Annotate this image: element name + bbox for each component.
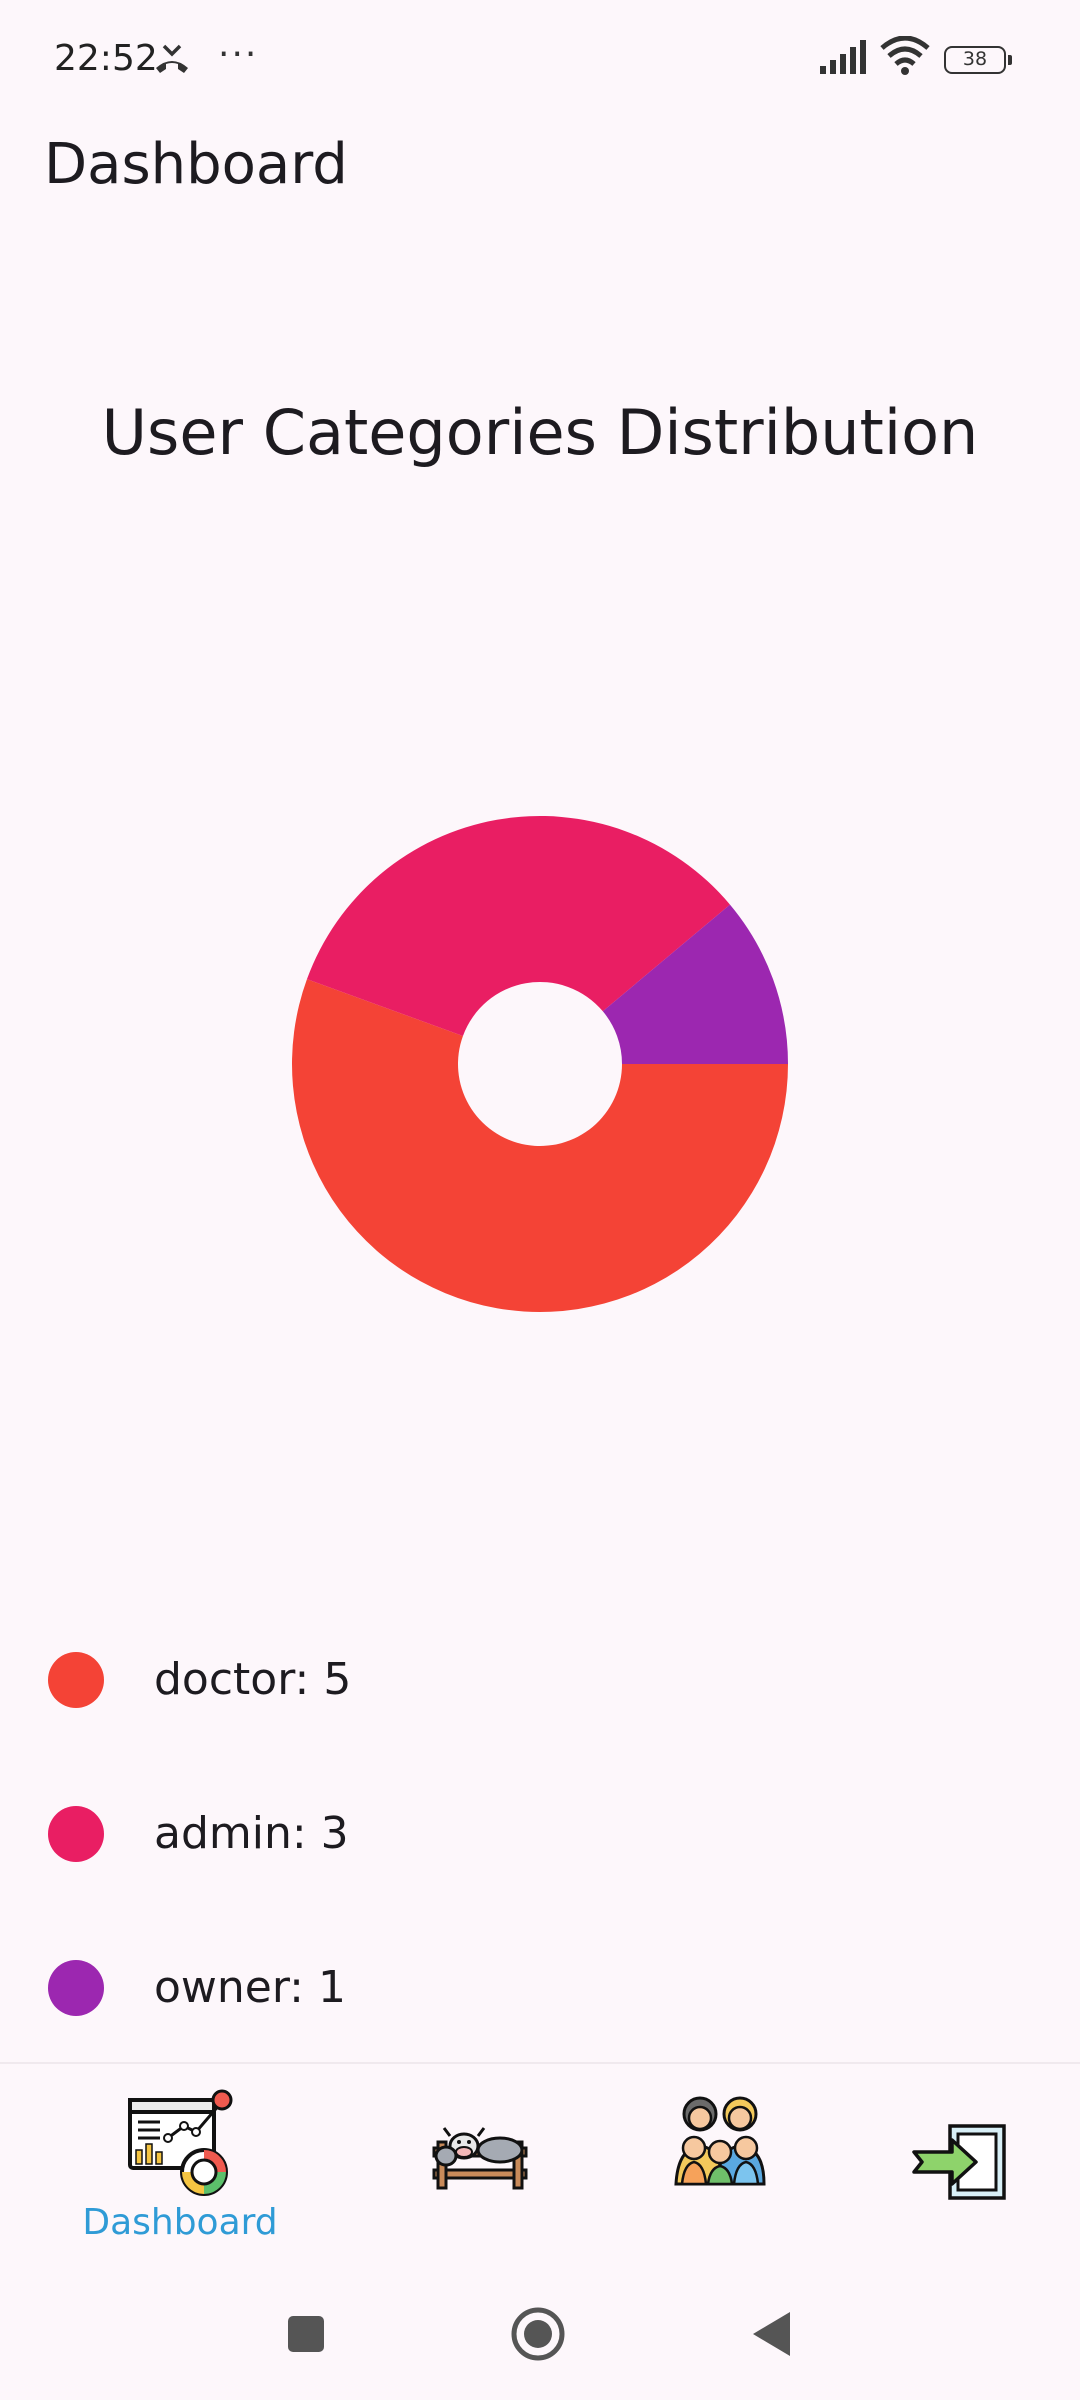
nav-item-logout[interactable] bbox=[825, 2064, 1080, 2272]
recents-icon[interactable] bbox=[286, 2314, 326, 2358]
status-time: 22:52 bbox=[54, 38, 158, 79]
legend-dot bbox=[48, 1652, 104, 1708]
users-icon bbox=[672, 2090, 768, 2190]
status-bar: 22:52 ··· 38 bbox=[0, 0, 1080, 120]
livestock-icon bbox=[430, 2120, 530, 2194]
home-icon[interactable] bbox=[510, 2306, 566, 2366]
nav-item-dashboard[interactable]: Dashboard bbox=[45, 2064, 315, 2272]
dashboard-icon bbox=[124, 2086, 236, 2200]
nav-item-livestock[interactable] bbox=[345, 2064, 615, 2272]
legend-label: admin: 3 bbox=[154, 1808, 349, 1859]
legend-item-owner: owner: 1 bbox=[48, 1958, 648, 2018]
nav-label-dashboard: Dashboard bbox=[82, 2202, 278, 2243]
system-navigation-bar bbox=[0, 2272, 1080, 2400]
legend-label: owner: 1 bbox=[154, 1962, 346, 2013]
legend-dot bbox=[48, 1806, 104, 1862]
wifi-icon bbox=[880, 35, 930, 80]
legend-item-doctor: doctor: 5 bbox=[48, 1650, 648, 1710]
logout-icon bbox=[910, 2122, 1010, 2206]
more-notifications-icon: ··· bbox=[218, 34, 259, 75]
missed-call-icon bbox=[152, 42, 192, 80]
nav-item-users[interactable] bbox=[585, 2064, 855, 2272]
legend-dot bbox=[48, 1960, 104, 2016]
chart-title: User Categories Distribution bbox=[101, 396, 979, 469]
legend-label: doctor: 5 bbox=[154, 1654, 352, 1705]
battery-icon: 38 bbox=[944, 46, 1012, 74]
donut-chart bbox=[291, 816, 789, 1312]
bottom-navigation: Dashboard bbox=[0, 2062, 1080, 2272]
back-icon[interactable] bbox=[750, 2310, 792, 2362]
page-title: Dashboard bbox=[44, 132, 348, 197]
legend-item-admin: admin: 3 bbox=[48, 1804, 648, 1864]
signal-icon bbox=[820, 40, 870, 78]
